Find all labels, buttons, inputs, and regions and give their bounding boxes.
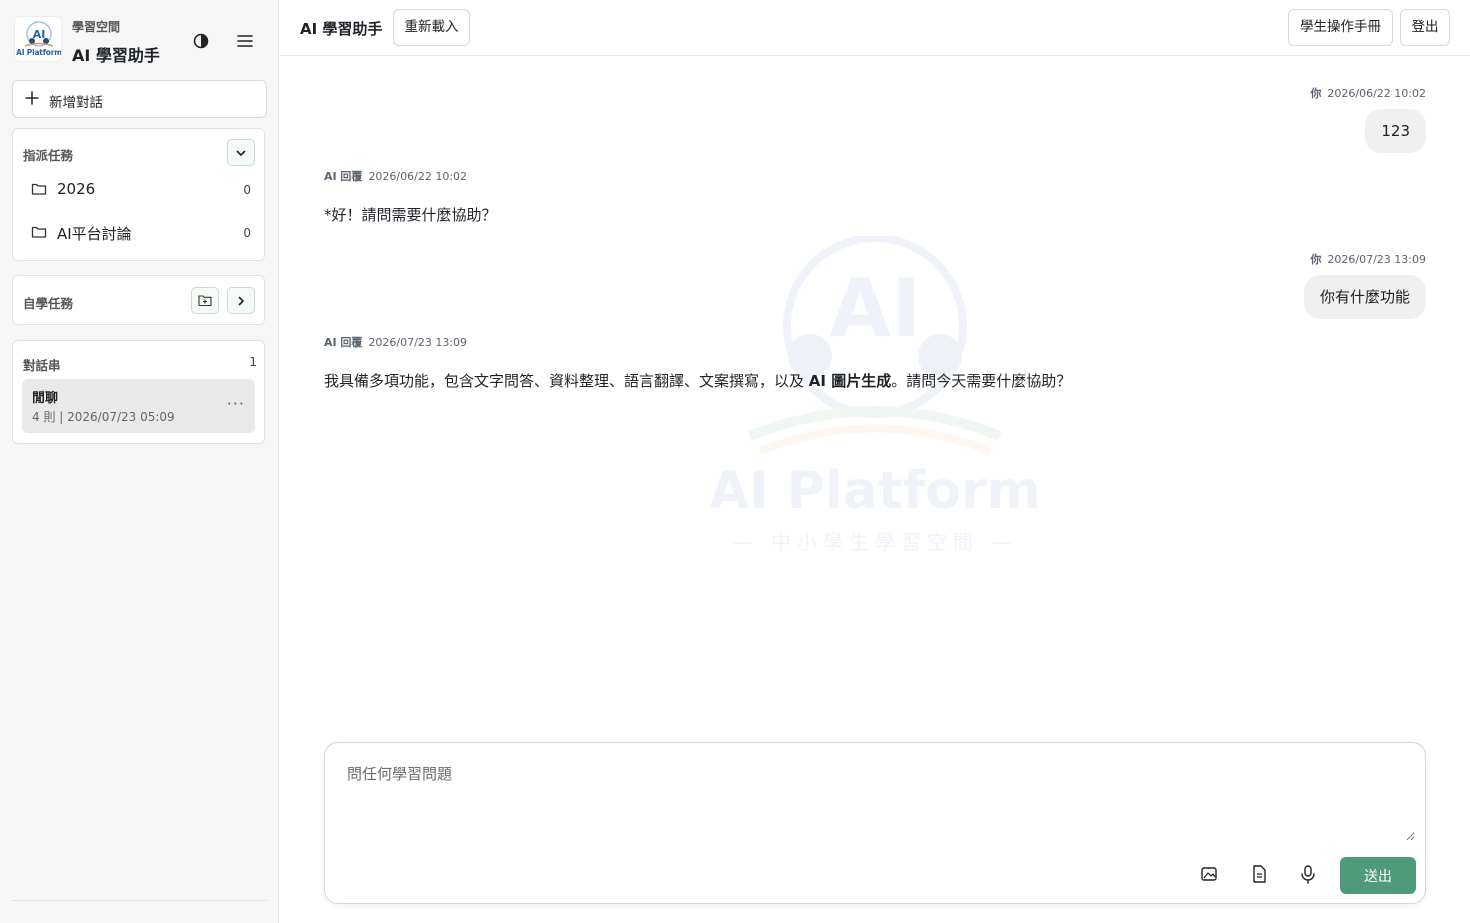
svg-text:AI: AI bbox=[829, 262, 921, 355]
message-time: 2026/07/23 13:09 bbox=[1327, 253, 1426, 266]
self-study-panel: 自學任務 bbox=[12, 275, 265, 325]
chevron-right-icon bbox=[238, 296, 245, 306]
watermark-title: AI Platform bbox=[709, 461, 1041, 521]
message-composer: 送出 bbox=[324, 742, 1426, 904]
message-meta: 你 2026/07/23 13:09 bbox=[1310, 251, 1426, 267]
assigned-tasks-panel: 指派任務 2026 0 AI平台討論 0 bbox=[12, 128, 265, 261]
self-study-title: 自學任務 bbox=[23, 296, 74, 311]
threads-panel: 對話串 1 閒聊 4 則 | 2026/07/23 05:09 ··· bbox=[12, 340, 265, 444]
document-icon[interactable] bbox=[1248, 863, 1270, 885]
new-chat-button[interactable]: 新增對話 bbox=[12, 80, 267, 118]
message-role: AI 回覆 bbox=[324, 170, 363, 183]
folder-name: AI平台討論 bbox=[57, 225, 132, 243]
svg-text:AI: AI bbox=[33, 28, 46, 41]
ai-message-text: *好！請問需要什麼協助？ bbox=[324, 206, 497, 224]
folder-item-2026[interactable]: 2026 0 bbox=[31, 178, 251, 202]
logout-button[interactable]: 登出 bbox=[1400, 9, 1450, 46]
brand-title: AI 學習助手 bbox=[72, 46, 160, 65]
logo-text: AI Platform bbox=[16, 48, 62, 57]
message-meta: AI 回覆 2026/07/23 13:09 bbox=[324, 334, 467, 350]
thread-name: 閒聊 bbox=[32, 391, 59, 406]
message-meta: 你 2026/06/22 10:02 bbox=[1310, 85, 1426, 101]
folder-count: 0 bbox=[243, 183, 251, 197]
sidebar: AI AI Platform 學習空間 AI 學習助手 新增對話 指派任務 20… bbox=[0, 0, 279, 923]
top-bar: AI 學習助手 重新載入 學生操作手冊 登出 bbox=[280, 0, 1470, 56]
reload-button[interactable]: 重新載入 bbox=[393, 9, 470, 46]
ai-message-text: 我具備多項功能，包含文字問答、資料整理、語言翻譯、文案撰寫，以及 AI 圖片生成… bbox=[324, 370, 1071, 391]
ai-text-part: 。請問今天需要什麼協助？ bbox=[891, 372, 1072, 390]
message-role: 你 bbox=[1310, 253, 1322, 266]
thread-meta: 4 則 | 2026/07/23 05:09 bbox=[32, 410, 175, 424]
folder-name: 2026 bbox=[57, 180, 96, 198]
page-title: AI 學習助手 bbox=[300, 20, 383, 38]
message-meta: AI 回覆 2026/06/22 10:02 bbox=[324, 168, 467, 184]
sidebar-divider bbox=[12, 900, 267, 901]
threads-title: 對話串 bbox=[23, 358, 61, 373]
student-manual-button[interactable]: 學生操作手冊 bbox=[1288, 9, 1393, 46]
new-folder-button[interactable] bbox=[191, 287, 219, 314]
brand: AI AI Platform 學習空間 AI 學習助手 bbox=[14, 16, 264, 65]
watermark: AI AI Platform — 中小學生學習空間 — bbox=[700, 234, 1050, 566]
user-message-bubble: 你有什麼功能 bbox=[1303, 275, 1426, 319]
ai-text-bold: AI 圖片生成 bbox=[808, 372, 892, 390]
message-input[interactable] bbox=[337, 755, 1415, 841]
send-button[interactable]: 送出 bbox=[1340, 857, 1416, 894]
message-time: 2026/06/22 10:02 bbox=[1327, 87, 1426, 100]
folder-icon bbox=[31, 226, 47, 238]
assigned-tasks-title: 指派任務 bbox=[23, 148, 74, 163]
more-options-icon[interactable]: ··· bbox=[227, 394, 245, 413]
thread-item[interactable]: 閒聊 4 則 | 2026/07/23 05:09 ··· bbox=[22, 379, 255, 433]
image-generate-icon[interactable] bbox=[1198, 863, 1220, 885]
user-message-bubble: 123 bbox=[1365, 109, 1426, 153]
brand-subtitle: 學習空間 bbox=[72, 20, 121, 34]
menu-icon[interactable] bbox=[234, 30, 256, 52]
folder-count: 0 bbox=[243, 226, 251, 240]
plus-icon bbox=[25, 91, 39, 105]
message-role: 你 bbox=[1310, 87, 1322, 100]
folder-item-ai-platform[interactable]: AI平台討論 0 bbox=[31, 221, 251, 245]
folder-icon bbox=[31, 183, 47, 195]
chat-area: AI AI Platform — 中小學生學習空間 — 你 2026/06/22 … bbox=[280, 56, 1470, 736]
watermark-subtitle: — 中小學生學習空間 — bbox=[732, 530, 1018, 554]
ai-text-part: 我具備多項功能，包含文字問答、資料整理、語言翻譯、文案撰寫，以及 bbox=[324, 372, 809, 390]
folder-plus-icon bbox=[198, 295, 212, 307]
assigned-tasks-toggle[interactable] bbox=[227, 139, 255, 166]
microphone-icon[interactable] bbox=[1297, 863, 1319, 885]
chevron-down-icon bbox=[236, 150, 246, 157]
message-role: AI 回覆 bbox=[324, 336, 363, 349]
message-time: 2026/06/22 10:02 bbox=[368, 170, 468, 183]
theme-toggle-icon[interactable] bbox=[190, 30, 212, 52]
self-study-expand[interactable] bbox=[227, 287, 255, 314]
threads-count: 1 bbox=[249, 355, 257, 369]
message-time: 2026/07/23 13:09 bbox=[368, 336, 468, 349]
app-logo: AI AI Platform bbox=[14, 16, 62, 62]
new-chat-label: 新增對話 bbox=[49, 95, 103, 111]
